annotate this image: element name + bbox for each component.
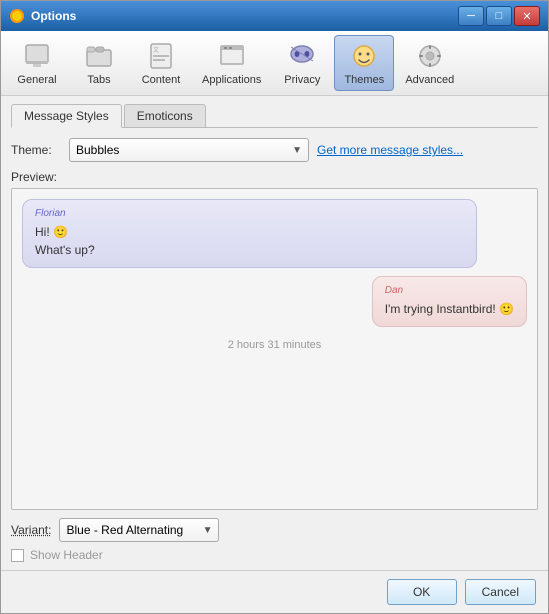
general-icon — [21, 40, 53, 72]
variant-value: Blue - Red Alternating — [66, 523, 183, 537]
toolbar-item-general[interactable]: General — [7, 35, 67, 91]
privacy-label: Privacy — [284, 74, 320, 86]
theme-dropdown-arrow: ▼ — [292, 145, 302, 156]
tab-bar: Message Styles Emoticons — [11, 104, 538, 128]
preview-label-row: Preview: — [11, 170, 538, 184]
get-more-styles-link[interactable]: Get more message styles... — [317, 143, 463, 157]
themes-label: Themes — [344, 74, 384, 86]
chat-bubble-florian: Florian Hi! 🙂 What's up? — [22, 199, 477, 268]
applications-icon — [216, 40, 248, 72]
cancel-button[interactable]: Cancel — [465, 579, 536, 605]
advanced-label: Advanced — [405, 74, 454, 86]
timestamp: 2 hours 31 minutes — [22, 339, 527, 351]
title-bar: Options ─ □ ✕ — [1, 1, 548, 31]
content-label: Content — [142, 74, 181, 86]
toolbar-item-advanced[interactable]: Advanced — [396, 35, 463, 91]
florian-message-line2: What's up? — [35, 241, 464, 259]
tabs-icon — [83, 40, 115, 72]
tab-message-styles[interactable]: Message Styles — [11, 104, 122, 128]
toolbar-item-content[interactable]: 文 Content — [131, 35, 191, 91]
ok-button[interactable]: OK — [387, 579, 457, 605]
florian-message-line1: Hi! 🙂 — [35, 223, 464, 241]
theme-value: Bubbles — [76, 143, 119, 157]
show-header-label: Show Header — [30, 548, 103, 562]
window-icon — [9, 8, 25, 24]
variant-label: Variant: — [11, 523, 51, 537]
main-content: Message Styles Emoticons Theme: Bubbles … — [1, 96, 548, 570]
themes-icon — [348, 40, 380, 72]
toolbar-item-themes[interactable]: Themes — [334, 35, 394, 91]
preview-label: Preview: — [11, 170, 57, 184]
privacy-icon — [286, 40, 318, 72]
toolbar-item-applications[interactable]: Applications — [193, 35, 270, 91]
toolbar: General Tabs 文 Content — [1, 31, 548, 96]
preview-scroll: Florian Hi! 🙂 What's up? Dan I'm trying … — [12, 189, 537, 509]
applications-label: Applications — [202, 74, 261, 86]
dan-sender-name: Dan — [385, 285, 514, 296]
chat-bubble-dan: Dan I'm trying Instantbird! 🙂 — [372, 276, 527, 327]
general-label: General — [17, 74, 56, 86]
dan-message-line1: I'm trying Instantbird! 🙂 — [385, 300, 514, 318]
minimize-button[interactable]: ─ — [458, 6, 484, 26]
variant-dropdown[interactable]: Blue - Red Alternating ▼ — [59, 518, 219, 542]
options-window: Options ─ □ ✕ General — [0, 0, 549, 614]
close-button[interactable]: ✕ — [514, 6, 540, 26]
show-header-checkbox[interactable] — [11, 549, 24, 562]
maximize-button[interactable]: □ — [486, 6, 512, 26]
variant-dropdown-arrow: ▼ — [203, 525, 213, 536]
tabs-label: Tabs — [87, 74, 110, 86]
window-controls: ─ □ ✕ — [458, 6, 540, 26]
variant-row: Variant: Blue - Red Alternating ▼ — [11, 518, 538, 542]
footer: OK Cancel — [1, 570, 548, 613]
tab-emoticons[interactable]: Emoticons — [124, 104, 206, 127]
florian-sender-name: Florian — [35, 208, 464, 219]
preview-box: Florian Hi! 🙂 What's up? Dan I'm trying … — [11, 188, 538, 510]
theme-label: Theme: — [11, 143, 61, 157]
advanced-icon — [414, 40, 446, 72]
toolbar-item-tabs[interactable]: Tabs — [69, 35, 129, 91]
toolbar-item-privacy[interactable]: Privacy — [272, 35, 332, 91]
window-title: Options — [31, 9, 458, 23]
content-icon: 文 — [145, 40, 177, 72]
theme-row: Theme: Bubbles ▼ Get more message styles… — [11, 138, 538, 162]
svg-text:文: 文 — [153, 46, 159, 54]
show-header-row: Show Header — [11, 548, 538, 562]
theme-dropdown[interactable]: Bubbles ▼ — [69, 138, 309, 162]
